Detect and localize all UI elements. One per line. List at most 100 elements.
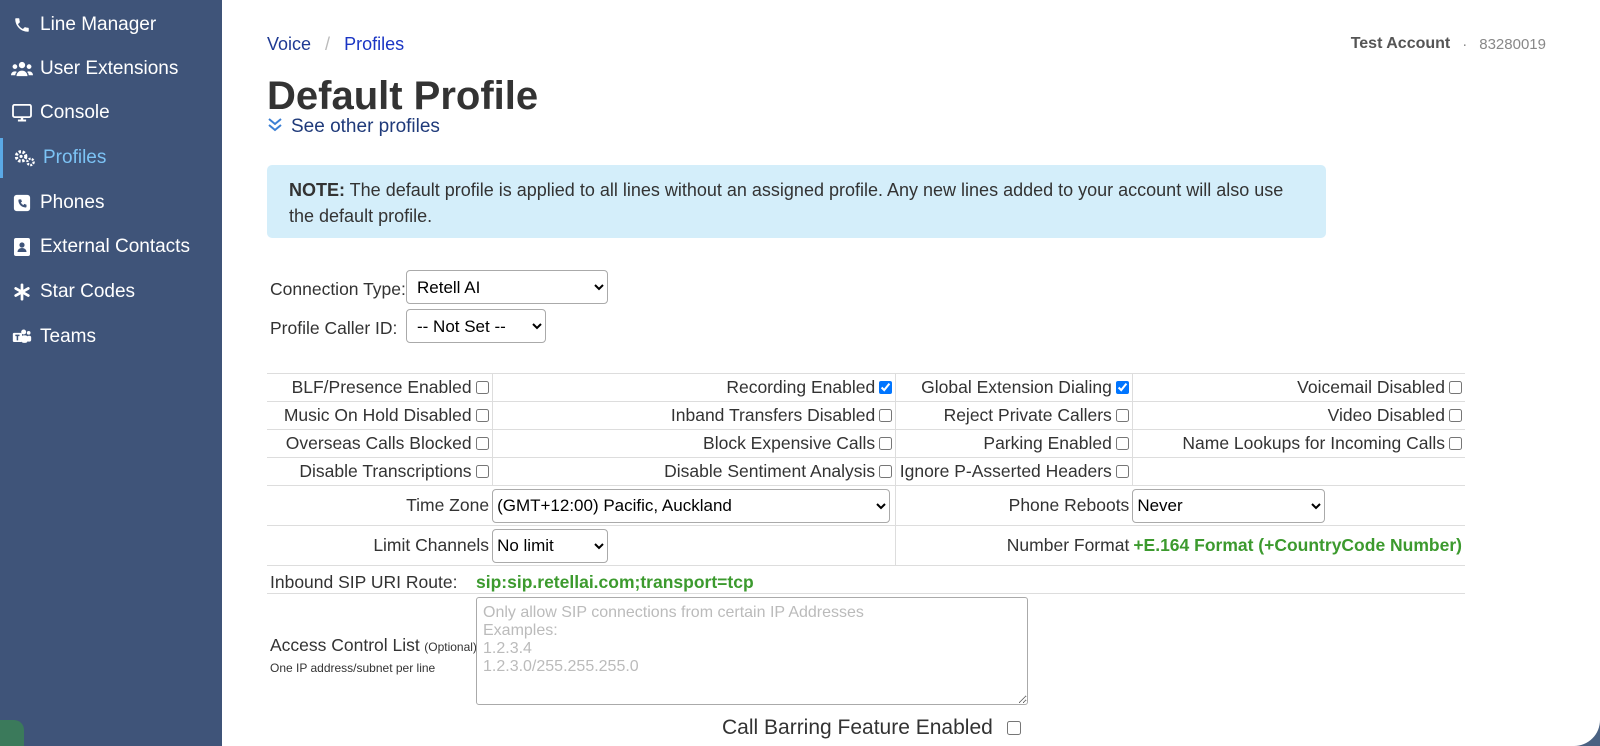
connection-type-label: Connection Type: — [270, 279, 406, 299]
note-box: NOTE: The default profile is applied to … — [267, 165, 1326, 238]
breadcrumb-profiles-link[interactable]: Profiles — [344, 34, 404, 55]
caller-id-label: Profile Caller ID: — [270, 318, 398, 338]
acl-label: Access Control List — [270, 635, 420, 655]
parking-enabled-checkbox[interactable] — [1115, 437, 1129, 450]
voicemail-disabled-label: Voicemail Disabled — [1297, 377, 1445, 397]
overseas-calls-checkbox[interactable] — [475, 437, 489, 450]
option-cell: Video Disabled — [1132, 401, 1465, 430]
sip-route-label: Inbound SIP URI Route: — [270, 572, 458, 592]
sidebar: Line Manager User Extensions Console Pro… — [0, 0, 222, 746]
sidebar-item-star-codes[interactable]: Star Codes — [0, 272, 222, 312]
voicemail-disabled-checkbox[interactable] — [1449, 381, 1462, 394]
global-extension-dialing-label: Global Extension Dialing — [921, 377, 1112, 397]
block-expensive-calls-checkbox[interactable] — [879, 437, 893, 450]
option-cell: BLF/Presence Enabled — [267, 373, 493, 402]
sidebar-item-label: User Extensions — [40, 58, 179, 79]
see-other-profiles-link[interactable]: See other profiles — [267, 116, 440, 138]
sidebar-item-teams[interactable]: Teams — [0, 317, 222, 357]
recording-checkbox[interactable] — [879, 381, 893, 394]
account-separator: · — [1462, 35, 1468, 53]
note-label: NOTE: — [289, 180, 345, 200]
address-book-icon — [10, 237, 34, 257]
acl-textarea[interactable] — [476, 597, 1028, 705]
profile-options-table: BLF/Presence Enabled Recording Enabled G… — [267, 373, 1465, 566]
gears-icon — [13, 149, 37, 167]
phone-reboots-cell: Never — [1132, 485, 1465, 526]
music-on-hold-checkbox[interactable] — [475, 409, 489, 422]
limit-channels-label: Limit Channels — [267, 525, 493, 566]
ignore-p-asserted-checkbox[interactable] — [1115, 465, 1129, 478]
option-cell: Disable Transcriptions — [267, 457, 493, 486]
account-number: 83280019 — [1479, 35, 1546, 53]
sidebar-item-console[interactable]: Console — [0, 93, 222, 133]
option-cell: Recording Enabled — [492, 373, 897, 402]
time-zone-label: Time Zone — [267, 485, 493, 526]
inband-transfers-checkbox[interactable] — [879, 409, 893, 422]
options-row: Limit Channels No limit Number Format +E… — [267, 525, 1465, 566]
sidebar-item-label: Star Codes — [40, 281, 136, 302]
recording-label: Recording Enabled — [726, 377, 876, 397]
disable-sentiment-analysis-label: Disable Sentiment Analysis — [664, 461, 876, 481]
sidebar-item-line-manager[interactable]: Line Manager — [0, 5, 222, 45]
acl-optional: (Optional) — [424, 640, 477, 654]
time-zone-select[interactable]: (GMT+12:00) Pacific, Auckland — [492, 488, 891, 523]
disable-sentiment-analysis-checkbox[interactable] — [879, 465, 893, 478]
limit-channels-cell: No limit — [492, 525, 897, 566]
reject-private-callers-label: Reject Private Callers — [943, 405, 1112, 425]
parking-enabled-label: Parking Enabled — [983, 433, 1112, 453]
option-cell: Ignore P-Asserted Headers — [895, 457, 1133, 486]
options-row: Overseas Calls Blocked Block Expensive C… — [267, 429, 1465, 458]
breadcrumb-separator: / — [325, 34, 331, 54]
option-cell: Reject Private Callers — [895, 401, 1133, 430]
limit-channels-select[interactable]: No limit — [492, 528, 609, 563]
number-format-label: Number Format — [895, 525, 1133, 566]
breadcrumb-voice-link[interactable]: Voice — [267, 34, 311, 55]
video-disabled-label: Video Disabled — [1327, 405, 1445, 425]
video-disabled-checkbox[interactable] — [1449, 409, 1462, 422]
blf-presence-label: BLF/Presence Enabled — [291, 377, 472, 397]
asterisk-icon — [10, 283, 34, 301]
divider — [267, 593, 1465, 594]
options-row: BLF/Presence Enabled Recording Enabled G… — [267, 373, 1465, 402]
main-content: Voice / Profiles Test Account · 83280019… — [222, 0, 1600, 746]
name-lookups-checkbox[interactable] — [1449, 437, 1462, 450]
acl-label-group: Access Control List (Optional) One IP ad… — [270, 635, 477, 675]
sip-route-value: sip:sip.retellai.com;transport=tcp — [476, 572, 754, 592]
phone-reboots-select[interactable]: Never — [1132, 488, 1326, 523]
note-text: The default profile is applied to all li… — [289, 180, 1284, 226]
monitor-icon — [10, 104, 34, 122]
sidebar-item-phones[interactable]: Phones — [0, 183, 222, 223]
music-on-hold-label: Music On Hold Disabled — [283, 405, 472, 425]
caller-id-select[interactable]: -- Not Set -- — [406, 309, 546, 343]
sidebar-item-label: External Contacts — [40, 236, 190, 257]
option-cell: Parking Enabled — [895, 429, 1133, 458]
block-expensive-calls-label: Block Expensive Calls — [703, 433, 876, 453]
sidebar-item-user-extensions[interactable]: User Extensions — [0, 49, 222, 89]
call-barring-checkbox[interactable] — [1006, 721, 1021, 735]
name-lookups-label: Name Lookups for Incoming Calls — [1182, 433, 1445, 453]
account-name[interactable]: Test Account — [1351, 35, 1451, 53]
option-cell-empty — [1132, 457, 1465, 486]
chevron-double-down-icon — [267, 116, 283, 138]
users-icon — [10, 60, 34, 78]
disable-transcriptions-label: Disable Transcriptions — [299, 461, 472, 481]
call-barring-label: Call Barring Feature Enabled — [722, 716, 993, 739]
call-barring-row: Call Barring Feature Enabled — [722, 716, 1021, 740]
phone-icon — [10, 16, 34, 34]
overseas-calls-label: Overseas Calls Blocked — [285, 433, 472, 453]
sidebar-item-profiles[interactable]: Profiles — [0, 138, 225, 178]
connection-type-select[interactable]: Retell AI — [406, 270, 608, 304]
account-info: Test Account · 83280019 — [1351, 35, 1546, 53]
global-extension-dialing-checkbox[interactable] — [1115, 381, 1129, 394]
reject-private-callers-checkbox[interactable] — [1115, 409, 1129, 422]
breadcrumb: Voice / Profiles — [267, 34, 404, 55]
option-cell: Music On Hold Disabled — [267, 401, 493, 430]
blf-presence-checkbox[interactable] — [475, 381, 489, 394]
sidebar-item-external-contacts[interactable]: External Contacts — [0, 227, 222, 267]
disable-transcriptions-checkbox[interactable] — [475, 465, 489, 478]
window-corner — [0, 720, 24, 746]
sidebar-item-label: Profiles — [43, 147, 107, 168]
sidebar-item-label: Console — [40, 102, 110, 123]
ignore-p-asserted-label: Ignore P-Asserted Headers — [899, 461, 1112, 481]
number-format-value: +E.164 Format (+CountryCode Number) — [1132, 525, 1465, 566]
